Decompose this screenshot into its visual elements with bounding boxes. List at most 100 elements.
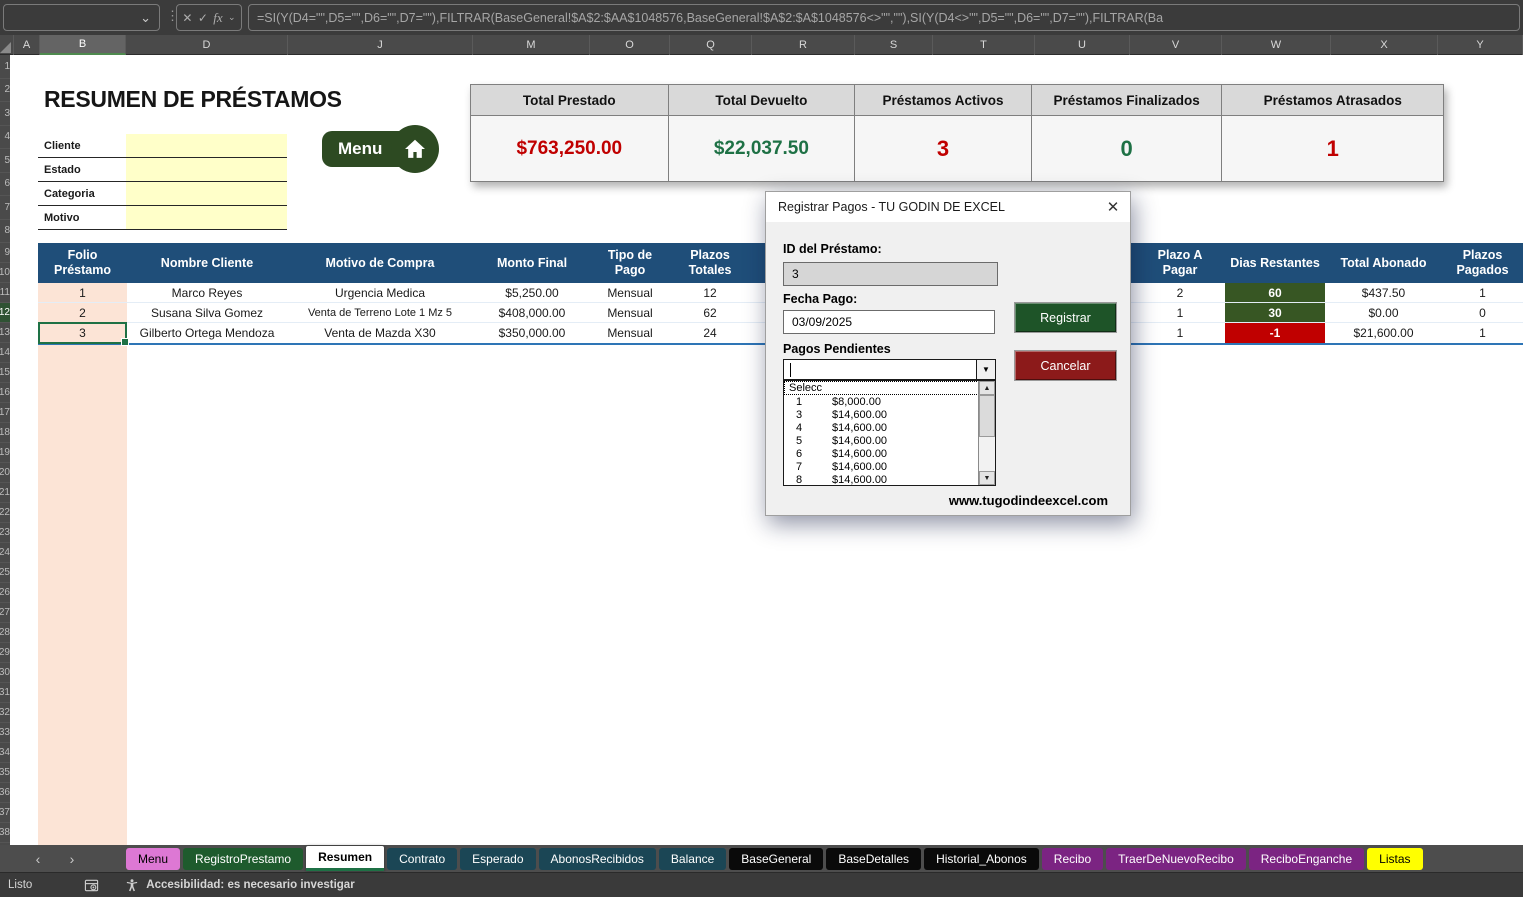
- filter-input-cliente[interactable]: [126, 134, 287, 157]
- pending-payment-item[interactable]: 6$14,600.00: [784, 447, 979, 460]
- dropdown-arrow-icon[interactable]: ▼: [976, 360, 995, 379]
- row-header-36[interactable]: 36: [0, 783, 10, 803]
- row-header-17[interactable]: 17: [0, 403, 10, 423]
- row-header-27[interactable]: 27: [0, 603, 10, 623]
- pending-payment-item[interactable]: 8$14,600.00: [784, 473, 979, 486]
- pagos-combobox[interactable]: ▼: [783, 359, 996, 380]
- row-header-33[interactable]: 33: [0, 723, 10, 743]
- row-header-16[interactable]: 16: [0, 383, 10, 403]
- column-header-Y[interactable]: Y: [1438, 35, 1523, 55]
- sheet-tab-listas[interactable]: Listas: [1367, 848, 1422, 870]
- pending-payment-item[interactable]: 1$8,000.00: [784, 395, 979, 408]
- table-cell[interactable]: $0.00: [1325, 303, 1442, 322]
- folio-column-fill[interactable]: [38, 345, 127, 845]
- row-header-20[interactable]: 20: [0, 463, 10, 483]
- row-header-21[interactable]: 21: [0, 483, 10, 503]
- table-cell[interactable]: 1: [1442, 323, 1523, 343]
- row-header-3[interactable]: 3: [0, 102, 10, 126]
- column-header-W[interactable]: W: [1222, 35, 1331, 55]
- column-header-V[interactable]: V: [1130, 35, 1222, 55]
- sheet-tab-reciboenganche[interactable]: ReciboEnganche: [1249, 848, 1364, 870]
- table-cell[interactable]: Mensual: [591, 303, 669, 322]
- table-cell[interactable]: Mensual: [591, 323, 669, 343]
- cancelar-button[interactable]: Cancelar: [1014, 350, 1117, 381]
- table-cell[interactable]: Susana Silva Gomez: [127, 303, 287, 322]
- row-header-10[interactable]: 10: [0, 263, 10, 283]
- row-header-15[interactable]: 15: [0, 363, 10, 383]
- name-box[interactable]: ⌄: [3, 4, 160, 31]
- filter-input-categoria[interactable]: [126, 182, 287, 205]
- row-header-23[interactable]: 23: [0, 523, 10, 543]
- registrar-button[interactable]: Registrar: [1014, 302, 1117, 333]
- row-header-7[interactable]: 7: [0, 196, 10, 220]
- column-header-J[interactable]: J: [288, 35, 473, 55]
- sheet-tab-balance[interactable]: Balance: [659, 848, 726, 870]
- insert-function-icon[interactable]: fx: [213, 10, 222, 26]
- row-header-35[interactable]: 35: [0, 763, 10, 783]
- row-header-26[interactable]: 26: [0, 583, 10, 603]
- table-cell[interactable]: Venta de Mazda X30: [287, 323, 473, 343]
- sheet-tab-abonosrecibidos[interactable]: AbonosRecibidos: [539, 848, 656, 870]
- row-header-34[interactable]: 34: [0, 743, 10, 763]
- row-header-18[interactable]: 18: [0, 423, 10, 443]
- column-header-M[interactable]: M: [473, 35, 590, 55]
- row-header-6[interactable]: 6: [0, 173, 10, 197]
- table-cell[interactable]: Urgencia Medica: [287, 283, 473, 302]
- table-cell[interactable]: 12: [669, 283, 751, 302]
- sheet-tab-historial_abonos[interactable]: Historial_Abonos: [924, 848, 1039, 870]
- row-header-31[interactable]: 31: [0, 683, 10, 703]
- sheet-tab-esperado[interactable]: Esperado: [460, 848, 535, 870]
- pending-payment-item[interactable]: 4$14,600.00: [784, 421, 979, 434]
- row-header-14[interactable]: 14: [0, 343, 10, 363]
- scroll-down-icon[interactable]: ▼: [979, 471, 995, 485]
- table-cell[interactable]: $408,000.00: [473, 303, 591, 322]
- pending-payment-item[interactable]: 5$14,600.00: [784, 434, 979, 447]
- row-header-22[interactable]: 22: [0, 503, 10, 523]
- table-cell[interactable]: 60: [1225, 283, 1325, 302]
- sheet-tab-recibo[interactable]: Recibo: [1042, 848, 1103, 870]
- row-header-19[interactable]: 19: [0, 443, 10, 463]
- row-header-38[interactable]: 38: [0, 823, 10, 843]
- sheet-tab-resumen[interactable]: Resumen: [306, 846, 384, 871]
- row-header-30[interactable]: 30: [0, 663, 10, 683]
- row-header-8[interactable]: 8: [0, 220, 10, 244]
- row-header-25[interactable]: 25: [0, 563, 10, 583]
- row-header-9[interactable]: 9: [0, 243, 10, 263]
- scroll-up-icon[interactable]: ▲: [979, 381, 995, 395]
- dialog-titlebar[interactable]: Registrar Pagos - TU GODIN DE EXCEL ✕: [766, 192, 1130, 222]
- table-cell[interactable]: 30: [1225, 303, 1325, 322]
- sheet-tab-registroprestamo[interactable]: RegistroPrestamo: [183, 848, 303, 870]
- column-header-Q[interactable]: Q: [670, 35, 752, 55]
- chevron-down-icon[interactable]: ⌄: [140, 10, 151, 26]
- table-cell[interactable]: Gilberto Ortega Mendoza: [127, 323, 287, 343]
- pending-payment-item[interactable]: 7$14,600.00: [784, 460, 979, 473]
- table-cell[interactable]: $5,250.00: [473, 283, 591, 302]
- table-cell[interactable]: 1: [1442, 283, 1523, 302]
- sheet-tab-menu[interactable]: Menu: [126, 848, 180, 870]
- column-header-S[interactable]: S: [855, 35, 933, 55]
- table-cell[interactable]: $21,600.00: [1325, 323, 1442, 343]
- table-cell[interactable]: Marco Reyes: [127, 283, 287, 302]
- column-header-U[interactable]: U: [1035, 35, 1130, 55]
- select-all-corner[interactable]: [0, 35, 14, 55]
- table-cell[interactable]: 2: [38, 303, 127, 322]
- row-header-37[interactable]: 37: [0, 803, 10, 823]
- row-header-28[interactable]: 28: [0, 623, 10, 643]
- row-header-5[interactable]: 5: [0, 149, 10, 173]
- column-header-T[interactable]: T: [933, 35, 1035, 55]
- dropdown-scrollbar[interactable]: ▲ ▼: [978, 381, 995, 485]
- sheet-tab-contrato[interactable]: Contrato: [387, 848, 457, 870]
- row-headers[interactable]: 1234567891011121314151617181920212223242…: [0, 55, 10, 845]
- pending-payment-item[interactable]: 3$14,600.00: [784, 408, 979, 421]
- column-header-X[interactable]: X: [1331, 35, 1438, 55]
- row-header-29[interactable]: 29: [0, 643, 10, 663]
- formula-input[interactable]: =SI(Y(D4="",D5="",D6="",D7=""),FILTRAR(B…: [248, 4, 1520, 31]
- table-cell[interactable]: 2: [1135, 283, 1225, 302]
- sheet-tab-basedetalles[interactable]: BaseDetalles: [826, 848, 921, 870]
- table-cell[interactable]: $437.50: [1325, 283, 1442, 302]
- table-cell[interactable]: 3: [38, 323, 127, 343]
- table-cell[interactable]: 24: [669, 323, 751, 343]
- table-cell[interactable]: $350,000.00: [473, 323, 591, 343]
- row-header-2[interactable]: 2: [0, 79, 10, 103]
- row-header-32[interactable]: 32: [0, 703, 10, 723]
